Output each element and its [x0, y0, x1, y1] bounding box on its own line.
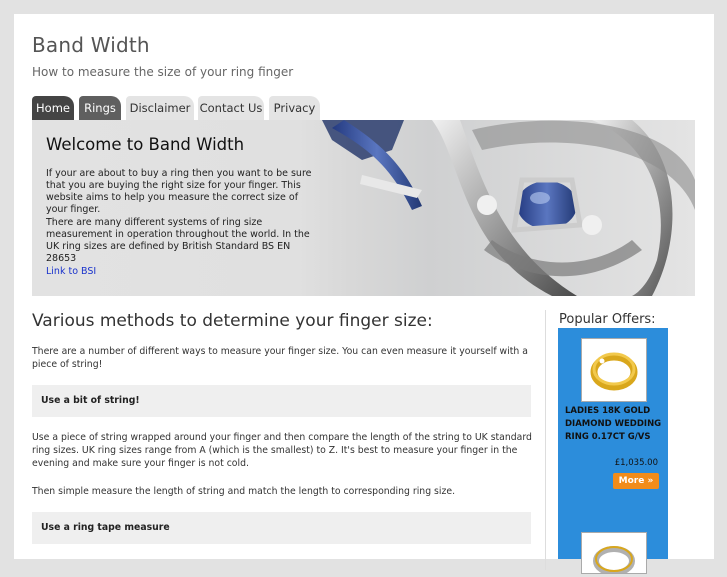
section-title-tape: Use a ring tape measure [41, 522, 170, 533]
tab-home[interactable]: Home [32, 96, 74, 120]
hero-paragraph-1: If your are about to buy a ring then you… [46, 168, 312, 215]
gold-ring-icon [590, 352, 638, 391]
section-title-string: Use a bit of string! [41, 395, 140, 406]
hero-banner: Welcome to Band Width If your are about … [32, 120, 695, 296]
tab-disclaimer[interactable]: Disclaimer [126, 96, 194, 120]
offer-ring-image[interactable] [581, 338, 647, 402]
site-tagline: How to measure the size of your ring fin… [32, 65, 294, 79]
tab-privacy[interactable]: Privacy [269, 96, 320, 120]
page-container: Band Width How to measure the size of yo… [14, 14, 714, 576]
hero-paragraph-2: There are many different systems of ring… [46, 217, 310, 264]
offers-panel: LADIES 18K GOLD DIAMOND WEDDING RING 0.1… [558, 328, 668, 576]
hero-title: Welcome to Band Width [46, 135, 245, 154]
sidebar-divider [545, 310, 546, 570]
intro-paragraph: There are a number of different ways to … [32, 346, 528, 370]
tab-contact-us[interactable]: Contact Us [198, 96, 264, 120]
match-paragraph: Then simple measure the length of string… [32, 486, 456, 497]
main-heading: Various methods to determine your finger… [32, 311, 433, 331]
offer-title[interactable]: LADIES 18K GOLD DIAMOND WEDDING RING 0.1… [565, 405, 665, 444]
sidebar-title: Popular Offers: [559, 312, 656, 327]
string-paragraph: Use a piece of string wrapped around you… [32, 432, 532, 469]
section-box-tape: Use a ring tape measure [32, 512, 531, 544]
more-button[interactable]: More » [613, 473, 659, 489]
offer-price: £1,035.00 [614, 458, 658, 468]
section-box-string: Use a bit of string! [32, 385, 531, 417]
offer-ring-image-2[interactable] [581, 532, 647, 576]
bsi-link[interactable]: Link to BSI [46, 266, 96, 277]
silver-ring-icon [593, 546, 635, 576]
tab-rings[interactable]: Rings [79, 96, 121, 120]
site-title[interactable]: Band Width [32, 33, 150, 57]
